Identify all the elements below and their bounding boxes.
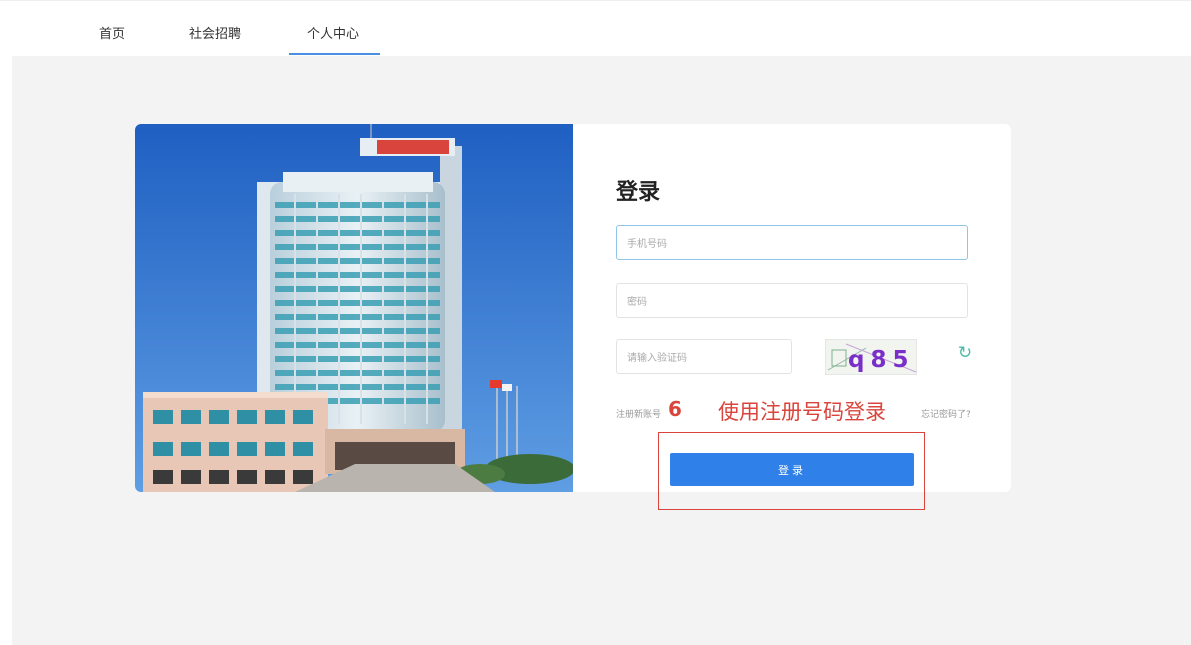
captcha-image[interactable]: q85 (825, 339, 917, 375)
phone-input[interactable]: 手机号码 (616, 225, 968, 260)
forgot-password-link[interactable]: 忘记密码了? (921, 407, 971, 420)
login-submit-button[interactable]: 登录 (670, 453, 914, 486)
captcha-text: q85 (848, 347, 914, 373)
annotation-step-number: 6 (668, 397, 682, 421)
login-title: 登录 (616, 180, 661, 205)
building-photo (135, 124, 573, 492)
register-link[interactable]: 注册新账号 (616, 407, 661, 420)
nav-item-social-recruitment[interactable]: 社会招聘 (189, 23, 241, 42)
password-input[interactable]: 密码 (616, 283, 968, 318)
annotation-instruction: 使用注册号码登录 (718, 400, 886, 424)
top-navigation-bar: 首页 社会招聘 个人中心 (0, 0, 1191, 56)
password-placeholder: 密码 (627, 297, 647, 308)
captcha-input[interactable]: 请输入验证码 (616, 339, 792, 374)
nav-item-personal-center[interactable]: 个人中心 (307, 23, 359, 42)
nav-active-indicator (289, 53, 380, 55)
phone-placeholder: 手机号码 (627, 239, 667, 250)
refresh-icon[interactable]: ↻ (956, 344, 974, 362)
captcha-placeholder: 请输入验证码 (627, 353, 687, 364)
nav-item-home[interactable]: 首页 (99, 23, 125, 42)
